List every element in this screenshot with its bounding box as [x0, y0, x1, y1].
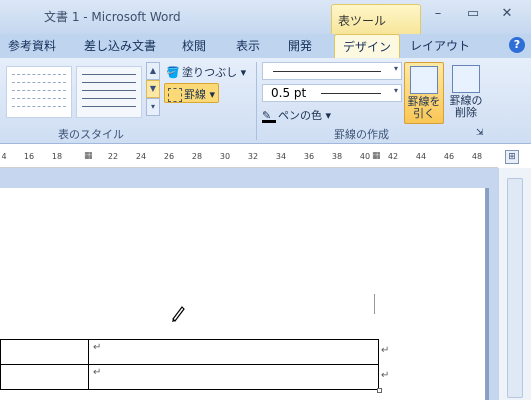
scroll-down-icon[interactable]: ▼: [146, 80, 160, 98]
ruler-tick: 46: [443, 152, 455, 161]
column-marker-icon[interactable]: ▦: [372, 151, 381, 161]
row-end-mark: ↵: [381, 370, 390, 381]
pen-color-label: ペンの色: [278, 109, 322, 122]
ruler-tick: 40: [359, 152, 371, 161]
ruler-tick: 16: [23, 152, 35, 161]
borders-label: 罫線: [184, 88, 206, 101]
tab-layout[interactable]: レイアウト: [410, 37, 470, 54]
eraser-button[interactable]: 罫線の 削除: [446, 62, 486, 124]
ruler-tick: 32: [247, 152, 259, 161]
eraser-icon: [452, 65, 480, 93]
document-page[interactable]: ↵ ↵ ↵ ↵: [0, 188, 486, 400]
gallery-more-icon[interactable]: ▾: [146, 98, 160, 116]
document-canvas: ↵ ↵ ↵ ↵: [0, 168, 498, 400]
tab-view[interactable]: 表示: [236, 37, 260, 54]
row-end-mark: ↵: [381, 345, 390, 356]
shading-label: 塗りつぶし: [182, 66, 238, 79]
table-row: ↵: [0, 339, 379, 365]
table-cell[interactable]: ↵: [88, 364, 379, 390]
tab-design[interactable]: デザイン: [334, 34, 401, 58]
minimize-icon[interactable]: –: [427, 6, 449, 24]
dialog-launcher-icon[interactable]: ⇲: [476, 128, 484, 138]
ruler-tick: 34: [275, 152, 287, 161]
draw-borders-group-label: 罫線の作成: [334, 128, 389, 141]
paint-bucket-icon: 🪣: [166, 66, 180, 79]
maximize-icon[interactable]: ▭: [462, 6, 484, 24]
tab-review[interactable]: 校閲: [182, 37, 206, 54]
style-gallery-scroll[interactable]: ▲ ▼ ▾: [146, 62, 160, 118]
title-bar: 文書 1 - Microsoft Word 表ツール – ▭ ✕: [0, 0, 531, 34]
pencil-cursor-icon: [172, 306, 185, 322]
scroll-thumb[interactable]: [507, 178, 523, 398]
horizontal-ruler[interactable]: 4 16 18 22 24 26 28 30 32 34 36 38 40 42…: [0, 148, 498, 168]
table-cell[interactable]: [0, 339, 89, 365]
shading-button[interactable]: 🪣 塗りつぶし ▾: [166, 64, 246, 80]
table-style-thumbnail[interactable]: [76, 66, 142, 118]
draw-guide-line: [374, 294, 375, 314]
page-shadow: [486, 188, 489, 400]
close-icon[interactable]: ✕: [496, 6, 518, 24]
pen-icon: ✎: [262, 109, 276, 123]
ruler-tick: 24: [135, 152, 147, 161]
ruler-tick: 42: [387, 152, 399, 161]
ruler-tick: 26: [163, 152, 175, 161]
ruler-tick: 48: [471, 152, 483, 161]
scroll-up-icon[interactable]: ▲: [146, 62, 160, 80]
ruler-tick: 36: [303, 152, 315, 161]
table-resize-handle[interactable]: [377, 388, 382, 393]
draw-table-pencil-icon: [410, 66, 438, 94]
draw-table-button[interactable]: 罫線を 引く: [404, 62, 444, 124]
tab-references[interactable]: 参考資料: [8, 37, 56, 54]
table-tools-label: 表ツール: [338, 14, 387, 28]
borders-button[interactable]: 罫線 ▾: [164, 83, 220, 103]
table-cell[interactable]: [0, 364, 89, 390]
column-marker-icon[interactable]: ▦: [84, 151, 93, 161]
table-tools-header: 表ツール: [331, 4, 421, 34]
table-styles-group-label: 表のスタイル: [58, 128, 124, 141]
window-title: 文書 1 - Microsoft Word: [44, 10, 181, 24]
vertical-scrollbar[interactable]: [498, 168, 531, 400]
ruler-tick: 18: [51, 152, 63, 161]
eraser-label: 罫線の 削除: [449, 94, 483, 119]
help-icon[interactable]: ?: [509, 37, 525, 53]
document-table[interactable]: ↵ ↵: [0, 339, 379, 390]
tab-mailings[interactable]: 差し込み文書: [84, 37, 156, 54]
tab-developer[interactable]: 開発: [288, 37, 312, 54]
ruler-tick: 30: [219, 152, 231, 161]
line-weight-dropdown[interactable]: 0.5 pt ▾: [262, 84, 402, 102]
line-style-dropdown[interactable]: ▾: [262, 62, 402, 80]
pen-color-button[interactable]: ✎ ペンの色 ▾: [262, 107, 331, 123]
table-style-thumbnail[interactable]: [6, 66, 72, 118]
ruler-tick: 22: [107, 152, 119, 161]
line-weight-value: 0.5 pt: [271, 86, 307, 100]
ruler-toggle-icon[interactable]: ⊞: [505, 150, 519, 164]
ruler-tick: 44: [415, 152, 427, 161]
ribbon-tabs: 参考資料 差し込み文書 校閲 表示 開発 デザイン レイアウト ?: [0, 34, 531, 58]
ruler-tick: 4: [1, 152, 7, 161]
ruler-tick: 38: [331, 152, 343, 161]
ruler-tick: 28: [191, 152, 203, 161]
table-cell[interactable]: ↵: [88, 339, 379, 365]
borders-icon: [168, 88, 182, 102]
draw-table-label: 罫線を 引く: [407, 95, 441, 120]
table-row: ↵: [0, 364, 379, 390]
